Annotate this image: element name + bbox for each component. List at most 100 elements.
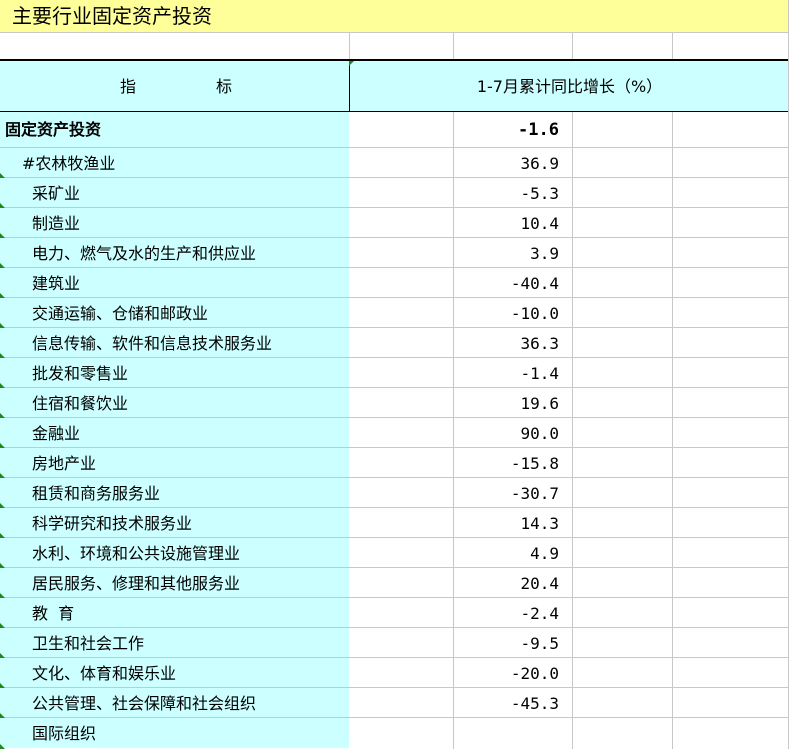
growth-value[interactable]: 90.0 [453, 424, 559, 444]
industry-name-cell[interactable]: 租赁和商务服务业 [0, 478, 349, 507]
industry-name-cell[interactable]: 公共管理、社会保障和社会组织 [0, 688, 349, 717]
growth-value[interactable]: -1.6 [453, 120, 559, 140]
growth-value[interactable]: 3.9 [453, 244, 559, 264]
table-row: 科学研究和技术服务业 14.3 [0, 508, 789, 538]
table-row: 房地产业 -15.8 [0, 448, 789, 478]
growth-value[interactable]: -1.4 [453, 364, 559, 384]
indicator-header-label-2: 标 [216, 77, 233, 96]
industry-name-cell[interactable]: 教 育 [0, 598, 349, 627]
table-row: 住宿和餐饮业 19.6 [0, 388, 789, 418]
industry-name: 科学研究和技术服务业 [32, 514, 193, 533]
industry-name-cell[interactable]: 金融业 [0, 418, 349, 447]
table-row: 教 育 -2.4 [0, 598, 789, 628]
growth-value[interactable]: -15.8 [453, 454, 559, 474]
industry-name: 居民服务、修理和其他服务业 [32, 574, 241, 593]
industry-name-cell[interactable]: 固定资产投资 [0, 112, 349, 147]
table-row: 金融业 90.0 [0, 418, 789, 448]
table-row: 居民服务、修理和其他服务业 20.4 [0, 568, 789, 598]
table-row: 批发和零售业 -1.4 [0, 358, 789, 388]
industry-name: 批发和零售业 [32, 364, 129, 383]
industry-name-cell[interactable]: 科学研究和技术服务业 [0, 508, 349, 537]
industry-name: 国际组织 [32, 724, 97, 743]
industry-name-cell[interactable]: 房地产业 [0, 448, 349, 477]
industry-name: #农林牧渔业 [22, 154, 116, 173]
industry-name-cell[interactable]: #农林牧渔业 [0, 148, 349, 177]
table-row: 制造业 10.4 [0, 208, 789, 238]
industry-name-cell[interactable]: 卫生和社会工作 [0, 628, 349, 657]
indicator-header-label-1: 指 [120, 77, 137, 96]
industry-name-cell[interactable]: 住宿和餐饮业 [0, 388, 349, 417]
growth-header-cell[interactable]: 1-7月累计同比增长（%） [350, 61, 789, 111]
table-row: 信息传输、软件和信息技术服务业 36.3 [0, 328, 789, 358]
growth-value[interactable]: 4.9 [453, 544, 559, 564]
industry-name: 建筑业 [32, 274, 81, 293]
industry-name-cell[interactable]: 国际组织 [0, 718, 349, 748]
industry-name: 卫生和社会工作 [32, 634, 145, 653]
industry-name-cell[interactable]: 信息传输、软件和信息技术服务业 [0, 328, 349, 357]
header-row: 指 标 1-7月累计同比增长（%） [0, 61, 789, 112]
industry-name-cell[interactable]: 制造业 [0, 208, 349, 237]
table-row: #农林牧渔业 36.9 [0, 148, 789, 178]
industry-name: 采矿业 [32, 184, 81, 203]
table-row: 公共管理、社会保障和社会组织 -45.3 [0, 688, 789, 718]
growth-value[interactable]: -2.4 [453, 604, 559, 624]
industry-name: 交通运输、仓储和邮政业 [32, 304, 209, 323]
sheet-title: 主要行业固定资产投资 [12, 4, 212, 28]
grid-line [572, 33, 573, 59]
blank-row[interactable] [0, 33, 789, 61]
industry-name: 信息传输、软件和信息技术服务业 [32, 334, 273, 353]
growth-value[interactable]: -5.3 [453, 184, 559, 204]
table-row: 电力、燃气及水的生产和供应业 3.9 [0, 238, 789, 268]
data-table: 固定资产投资 -1.6 #农林牧渔业 36.9 采矿业 -5.3 制造业 10.… [0, 112, 789, 749]
industry-name-cell[interactable]: 电力、燃气及水的生产和供应业 [0, 238, 349, 267]
industry-name: 房地产业 [32, 454, 97, 473]
industry-name: 教 育 [32, 604, 75, 623]
industry-name-cell[interactable]: 交通运输、仓储和邮政业 [0, 298, 349, 327]
industry-name-cell[interactable]: 居民服务、修理和其他服务业 [0, 568, 349, 597]
table-row: 国际组织 [0, 718, 789, 749]
industry-name: 住宿和餐饮业 [32, 394, 129, 413]
grid-line [453, 33, 454, 59]
table-row: 水利、环境和公共设施管理业 4.9 [0, 538, 789, 568]
growth-value[interactable]: -9.5 [453, 634, 559, 654]
industry-name: 文化、体育和娱乐业 [32, 664, 177, 683]
table-row: 交通运输、仓储和邮政业 -10.0 [0, 298, 789, 328]
growth-value[interactable]: -40.4 [453, 274, 559, 294]
industry-name-cell[interactable]: 建筑业 [0, 268, 349, 297]
industry-name: 制造业 [32, 214, 81, 233]
industry-name-cell[interactable]: 水利、环境和公共设施管理业 [0, 538, 349, 567]
growth-value[interactable]: -30.7 [453, 484, 559, 504]
table-row: 文化、体育和娱乐业 -20.0 [0, 658, 789, 688]
table-row: 租赁和商务服务业 -30.7 [0, 478, 789, 508]
cell-marker [0, 744, 5, 749]
growth-header-label: 1-7月累计同比增长（%） [476, 77, 663, 96]
industry-name: 固定资产投资 [5, 120, 102, 139]
industry-name: 租赁和商务服务业 [32, 484, 161, 503]
industry-name: 公共管理、社会保障和社会组织 [32, 694, 257, 713]
growth-value[interactable]: -10.0 [453, 304, 559, 324]
grid-line [672, 33, 673, 59]
industry-name-cell[interactable]: 采矿业 [0, 178, 349, 207]
growth-value[interactable]: 19.6 [453, 394, 559, 414]
industry-name-cell[interactable]: 批发和零售业 [0, 358, 349, 387]
grid-line [349, 33, 350, 59]
industry-name: 电力、燃气及水的生产和供应业 [32, 244, 257, 263]
growth-value[interactable]: 36.3 [453, 334, 559, 354]
indicator-header-cell[interactable]: 指 标 [0, 61, 350, 111]
industry-name-cell[interactable]: 文化、体育和娱乐业 [0, 658, 349, 687]
title-cell[interactable]: 主要行业固定资产投资 [0, 0, 789, 33]
growth-value[interactable]: 20.4 [453, 574, 559, 594]
growth-value[interactable]: -20.0 [453, 664, 559, 684]
table-row: 建筑业 -40.4 [0, 268, 789, 298]
table-row: 固定资产投资 -1.6 [0, 112, 789, 148]
table-row: 卫生和社会工作 -9.5 [0, 628, 789, 658]
table-row: 采矿业 -5.3 [0, 178, 789, 208]
growth-value[interactable]: 10.4 [453, 214, 559, 234]
industry-name: 水利、环境和公共设施管理业 [32, 544, 241, 563]
spreadsheet: 主要行业固定资产投资 指 标 1-7月累计同比增长（%） 固定资产投资 -1.6… [0, 0, 789, 749]
growth-value[interactable]: 36.9 [453, 154, 559, 174]
growth-value[interactable]: -45.3 [453, 694, 559, 714]
growth-value[interactable]: 14.3 [453, 514, 559, 534]
industry-name: 金融业 [32, 424, 81, 443]
cell-marker [349, 61, 354, 66]
